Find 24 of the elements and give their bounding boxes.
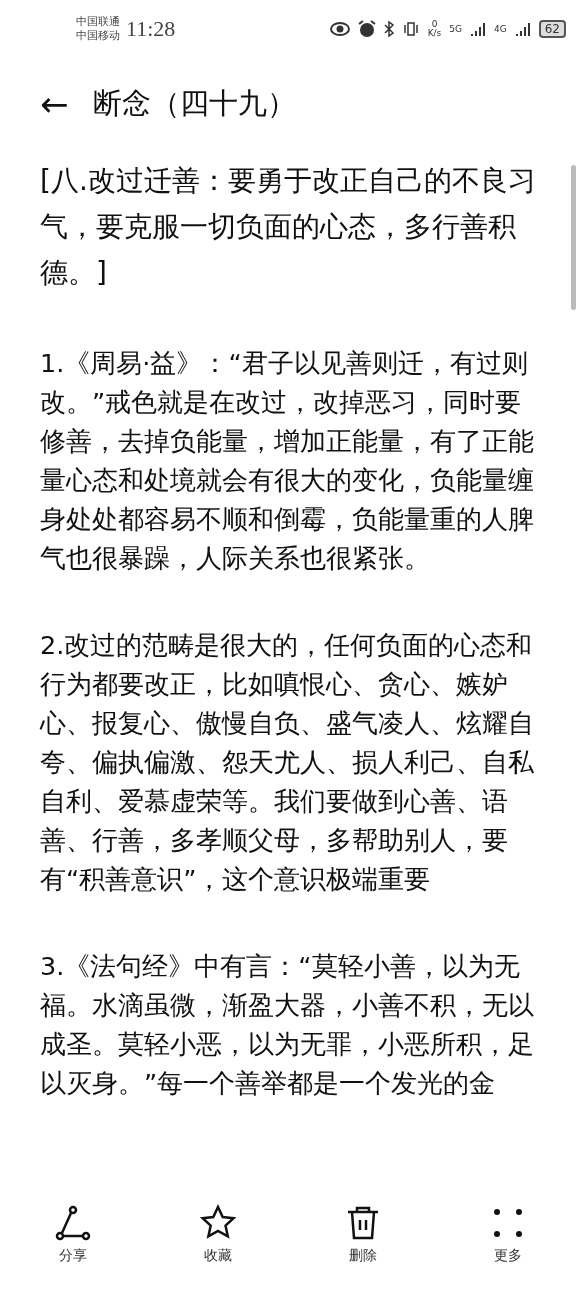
paragraph: 2.改过的范畴是很大的，任何负面的心态和行为都要改正，比如嗔恨心、贪心、嫉妒心、报复心、傲慢自负、盛气凌人、炫耀自夸、偏执偏激、怨天尤人、损人利己、自私自利、爱慕虚荣等。我们要做到心善、语善、行善，多孝顺父母，多帮助别人，要有“积善意识”，这个意识极端重要 — [40, 629, 535, 896]
eye-icon — [329, 22, 350, 36]
alarm-icon — [357, 20, 376, 38]
speed-value: 0 — [431, 20, 438, 29]
bluetooth-icon — [383, 21, 394, 37]
carrier-name: 中国联通 — [76, 15, 120, 29]
network-type: 5G — [449, 24, 462, 34]
trash-button[interactable]: 删除 — [290, 1189, 435, 1289]
network-type: 4G — [494, 24, 507, 34]
more-button[interactable]: 更多 — [435, 1189, 580, 1289]
vibrate-icon — [401, 21, 420, 37]
speed-unit: K/s — [427, 29, 442, 38]
page-title: 断念（四十九） — [92, 86, 296, 121]
battery-level: 62 — [538, 20, 566, 38]
paragraph: 1.《周易·益》：“君子以见善则迁，有过则改。”戒色就是在改过，改掉恶习，同时要修善，去掉负能量，增加正能量，有了正能量心态和处境就会有很大的变化，负能量缠身处处都容易不顺和倒霉，负能量重的人脾气也很暴躁，人际关系也很紧张。 — [40, 347, 535, 575]
paragraph: 3.《法句经》中有言：“莫轻小善，以为无福。水滴虽微，渐盈大器，小善不积，无以成圣。莫轻小恶，以为无罪，小恶所积，足以灭身。”每一个善举都是一个发光的金 — [40, 950, 535, 1100]
share-button[interactable]: 分享 — [0, 1189, 145, 1289]
clock-time: 11:28 — [126, 16, 176, 42]
signal-icon — [514, 22, 531, 36]
carrier-name: 中国移动 — [76, 29, 120, 43]
section-heading: [八.改过迁善：要勇于改正自己的不良习气，要克服一切负面的心态，多行善积德。] — [40, 163, 537, 291]
back-button[interactable]: ← — [40, 84, 69, 124]
star-button[interactable]: 收藏 — [145, 1189, 290, 1289]
signal-icon — [470, 22, 486, 36]
